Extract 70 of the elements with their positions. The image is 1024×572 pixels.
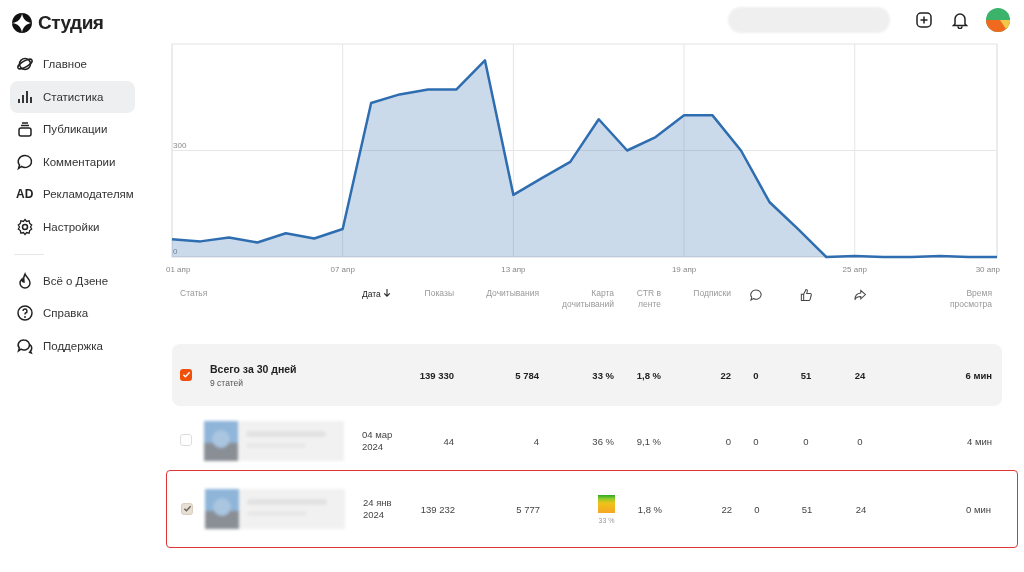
x-tick-label: 07 апр: [330, 265, 355, 274]
speech-bubble-icon: [16, 152, 34, 171]
table-cell: 0: [753, 435, 759, 447]
table-cell: 1,8 %: [637, 503, 662, 515]
table-cell: 36 %: [592, 435, 614, 447]
chat-icon: [16, 336, 34, 355]
planet-icon: [16, 55, 34, 73]
nav-item[interactable]: Статистика: [10, 80, 135, 113]
table-cell: 4: [533, 435, 539, 447]
nav-item[interactable]: Всё о Дзене: [10, 264, 135, 297]
table-cell: 51: [800, 369, 812, 381]
table-cell: 24: [855, 503, 867, 515]
summary-title: Всего за 30 дней: [210, 362, 298, 375]
column-header[interactable]: Дата: [362, 288, 391, 300]
table-cell: 0: [753, 369, 759, 381]
nav-item[interactable]: Поддержка: [10, 329, 135, 362]
y-tick-label: 0: [173, 247, 178, 256]
table-cell: 139 330: [419, 369, 454, 381]
table-cell: 22: [720, 369, 731, 381]
logo-icon: [12, 13, 32, 33]
checkbox[interactable]: [181, 502, 193, 515]
table-cell: 44: [443, 435, 454, 447]
table-cell: 5 784: [515, 369, 539, 381]
table-cell: 0: [857, 435, 863, 447]
article-count: 9 статей: [210, 377, 244, 388]
x-tick-label: 19 апр: [671, 265, 697, 274]
stack-icon: [16, 120, 34, 139]
notifications-button[interactable]: [950, 10, 970, 30]
plus-icon: [915, 11, 933, 29]
table-cell: 4 мин: [967, 435, 992, 447]
date-text: 24 янв 2024: [363, 497, 392, 520]
help-icon: [16, 304, 34, 323]
nav-item[interactable]: Главное: [10, 48, 135, 80]
table-cell: 1,8 %: [636, 369, 661, 381]
x-tick-label: 25 апр: [842, 265, 867, 274]
table-cell: 0: [803, 435, 809, 447]
table-cell: 9,1 %: [636, 435, 661, 447]
nav-item[interactable]: Публикации: [10, 113, 135, 146]
logo-text: Студия: [38, 12, 104, 34]
checkmark-icon: [181, 370, 191, 380]
checkbox[interactable]: [180, 368, 192, 381]
nav-item[interactable]: Настройки: [10, 210, 135, 243]
add-button[interactable]: [914, 10, 934, 30]
y-tick-label: 300: [173, 140, 187, 150]
x-tick-label: 13 апр: [501, 265, 526, 274]
avatar[interactable]: [986, 8, 1010, 32]
table-cell: 5 777: [516, 503, 540, 515]
nav-item[interactable]: AD Рекламодателям: [10, 178, 135, 211]
checkmark-icon: [182, 504, 192, 514]
date-text: 04 мар 2024: [362, 429, 393, 452]
nav-item[interactable]: Комментарии: [10, 145, 135, 178]
table-cell: 0: [725, 435, 731, 447]
read-map-bar: [598, 494, 615, 513]
ad-label: AD: [16, 187, 34, 202]
nav-item[interactable]: Справка: [10, 297, 135, 330]
x-tick-label: 30 апр: [975, 265, 1000, 274]
table-cell: 0: [754, 503, 760, 515]
sort-arrow-icon: [382, 288, 391, 298]
bell-icon: [951, 11, 969, 29]
table-cell: 51: [801, 503, 813, 515]
table-cell: 6 мин: [965, 369, 992, 381]
x-tick-label: 01 апр: [166, 265, 191, 274]
checkbox[interactable]: [180, 434, 192, 446]
table-cell: 22: [721, 503, 732, 515]
table-cell: 33 %: [592, 369, 614, 381]
table-cell: 139 232: [420, 503, 455, 515]
table-cell: 0 мин: [966, 503, 991, 515]
settings-icon: [16, 217, 34, 236]
table-cell: 24: [854, 369, 866, 381]
flame-icon: [16, 271, 34, 290]
